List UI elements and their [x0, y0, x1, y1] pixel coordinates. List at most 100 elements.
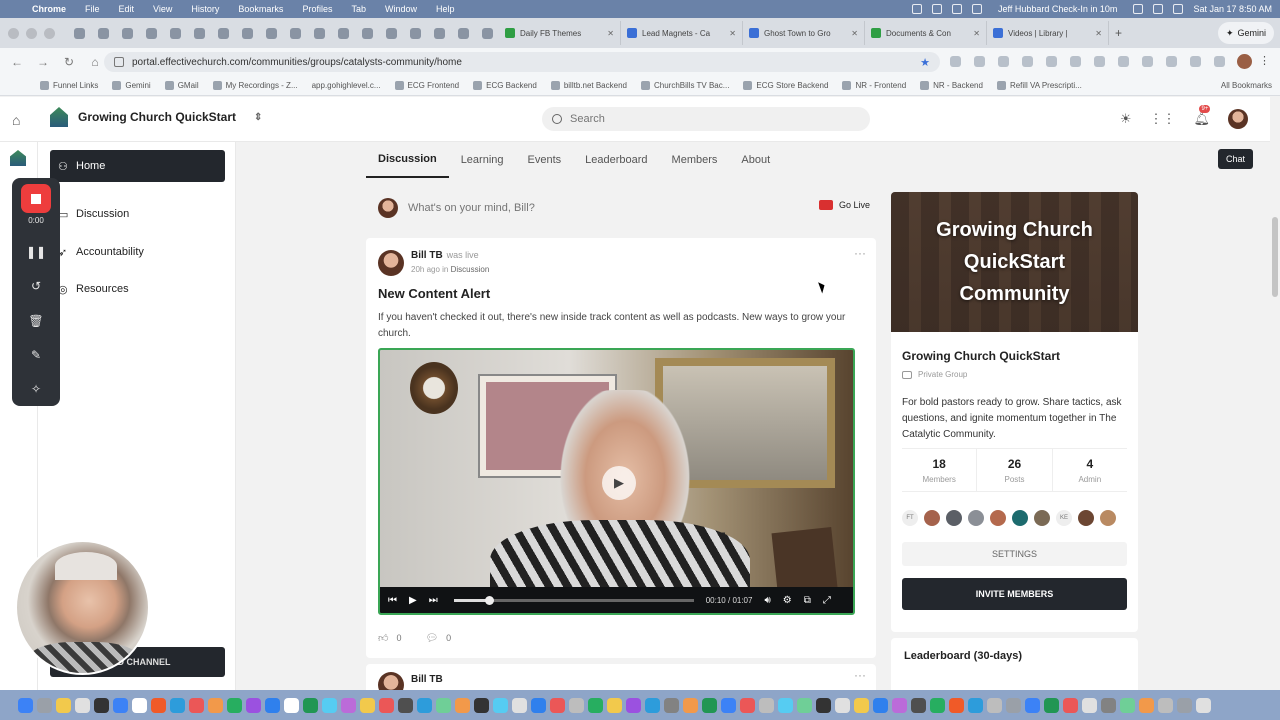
pinned-tab[interactable] — [307, 22, 331, 44]
dock-app-icon[interactable] — [588, 697, 603, 713]
video-scrubber[interactable] — [485, 595, 495, 605]
community-logo-icon[interactable] — [10, 150, 26, 166]
close-tab-icon[interactable]: ✕ — [973, 29, 980, 38]
pinned-tab[interactable] — [283, 22, 307, 44]
dock-app-icon[interactable] — [778, 697, 793, 713]
pinned-tab[interactable] — [331, 22, 355, 44]
menu-app-name[interactable]: Chrome — [32, 4, 66, 14]
bookmark-star-icon[interactable]: ★ — [920, 56, 930, 69]
bookmark-item[interactable]: ECG Frontend — [394, 81, 459, 90]
dock-app-icon[interactable] — [626, 697, 641, 713]
menu-bookmarks[interactable]: Bookmarks — [238, 4, 283, 14]
dock-app-icon[interactable] — [18, 697, 33, 713]
pinned-tab[interactable] — [235, 22, 259, 44]
pinned-tab[interactable] — [139, 22, 163, 44]
member-avatar[interactable] — [1034, 510, 1050, 526]
extension-icon[interactable] — [1046, 56, 1057, 67]
search-bar[interactable] — [542, 107, 870, 131]
dock-app-icon[interactable] — [379, 697, 394, 713]
dropbox-icon[interactable] — [972, 4, 983, 14]
dock-app-icon[interactable] — [75, 697, 90, 713]
member-avatar[interactable] — [968, 510, 984, 526]
bookmark-item[interactable]: GMail — [164, 81, 199, 90]
bookmark-item[interactable]: Refill VA Prescripti... — [996, 81, 1082, 90]
settings-gear-icon[interactable]: ⚙ — [783, 595, 792, 606]
extension-icon[interactable] — [1142, 56, 1153, 67]
post-author[interactable]: Bill TB — [411, 674, 443, 685]
home-icon[interactable]: ⌂ — [12, 112, 20, 128]
trash-icon[interactable]: 🗑︎ — [28, 304, 43, 338]
dock-app-icon[interactable] — [1044, 697, 1059, 713]
dock-app-icon[interactable] — [1101, 697, 1116, 713]
tab-learning[interactable]: Learning — [449, 142, 516, 178]
dock-app-icon[interactable] — [607, 697, 622, 713]
post-composer[interactable]: Go Live — [366, 192, 876, 224]
new-tab-button[interactable]: + — [1115, 26, 1122, 40]
member-avatar[interactable] — [990, 510, 1006, 526]
dock-app-icon[interactable] — [227, 697, 242, 713]
dock-app-icon[interactable] — [645, 697, 660, 713]
menu-edit[interactable]: Edit — [119, 4, 135, 14]
member-avatar[interactable] — [1100, 510, 1116, 526]
member-avatar[interactable] — [946, 510, 962, 526]
extension-icon[interactable] — [1094, 56, 1105, 67]
scrollbar-thumb[interactable] — [1272, 217, 1278, 297]
dock-app-icon[interactable] — [493, 697, 508, 713]
dock-app-icon[interactable] — [170, 697, 185, 713]
zoom-window-button[interactable] — [44, 27, 55, 39]
tab-videos-library[interactable]: Videos | Library | ✕ — [987, 21, 1109, 45]
pinned-tab[interactable] — [259, 22, 283, 44]
menu-profiles[interactable]: Profiles — [302, 4, 332, 14]
menubar-clock[interactable]: Sat Jan 17 8:50 AM — [1193, 4, 1272, 14]
volume-icon[interactable]: 🔊︎ — [764, 595, 770, 606]
dock-app-icon[interactable] — [151, 697, 166, 713]
dock-app-icon[interactable] — [1082, 697, 1097, 713]
dock-app-icon[interactable] — [398, 697, 413, 713]
dock-app-icon[interactable] — [37, 697, 52, 713]
webcam-bubble[interactable] — [15, 540, 150, 675]
tab-lead-magnets[interactable]: Lead Magnets - Ca ✕ — [621, 21, 743, 45]
dock-app-icon[interactable] — [1158, 697, 1173, 713]
close-tab-icon[interactable]: ✕ — [851, 29, 858, 38]
dock-app-icon[interactable] — [113, 697, 128, 713]
close-window-button[interactable] — [8, 27, 19, 39]
pinned-tab[interactable] — [163, 22, 187, 44]
dock-app-icon[interactable] — [455, 697, 470, 713]
dock-app-icon[interactable] — [360, 697, 375, 713]
post-input[interactable] — [408, 202, 788, 214]
like-icon[interactable]: 👍︎ — [378, 632, 388, 644]
address-bar[interactable]: portal.effectivechurch.com/communities/g… — [104, 52, 940, 72]
dock-app-icon[interactable] — [341, 697, 356, 713]
stat-members[interactable]: 18 Members — [902, 449, 976, 491]
dock-app-icon[interactable] — [987, 697, 1002, 713]
member-avatar[interactable]: KE — [1056, 510, 1072, 526]
invite-members-button[interactable]: INVITE MEMBERS — [902, 578, 1127, 610]
popout-icon[interactable]: ⧉ — [804, 595, 811, 606]
calendar-checkin[interactable]: Jeff Hubbard Check-In in 10m — [998, 4, 1117, 14]
dock-app-icon[interactable] — [683, 697, 698, 713]
go-live-button[interactable]: Go Live — [818, 200, 870, 210]
sidebar-item-home[interactable]: ⚇ Home — [50, 150, 225, 182]
extension-icon[interactable] — [950, 56, 961, 67]
dock-app-icon[interactable] — [189, 697, 204, 713]
dock-app-icon[interactable] — [664, 697, 679, 713]
menu-window[interactable]: Window — [385, 4, 417, 14]
tab-members[interactable]: Members — [660, 142, 730, 178]
tab-documents[interactable]: Documents & Con ✕ — [865, 21, 987, 45]
screenshot-icon[interactable] — [952, 4, 963, 14]
home-browser-icon[interactable]: ⌂ — [88, 55, 102, 69]
stat-admin[interactable]: 4 Admin — [1051, 449, 1127, 491]
member-avatar[interactable] — [1078, 510, 1094, 526]
all-bookmarks-folder[interactable]: All Bookmarks — [1221, 81, 1272, 90]
dock-app-icon[interactable] — [436, 697, 451, 713]
bookmark-item[interactable]: My Recordings - Z... — [212, 81, 298, 90]
chat-button[interactable]: Chat — [1218, 149, 1254, 169]
comment-icon[interactable]: 💬︎ — [425, 633, 438, 644]
stop-recording-button[interactable] — [21, 184, 51, 214]
tab-leaderboard[interactable]: Leaderboard — [573, 142, 659, 178]
dock-app-icon[interactable] — [132, 697, 147, 713]
dock-app-icon[interactable] — [265, 697, 280, 713]
dock-app-icon[interactable] — [1063, 697, 1078, 713]
dock-app-icon[interactable] — [1025, 697, 1040, 713]
wallet-icon[interactable] — [932, 4, 943, 14]
